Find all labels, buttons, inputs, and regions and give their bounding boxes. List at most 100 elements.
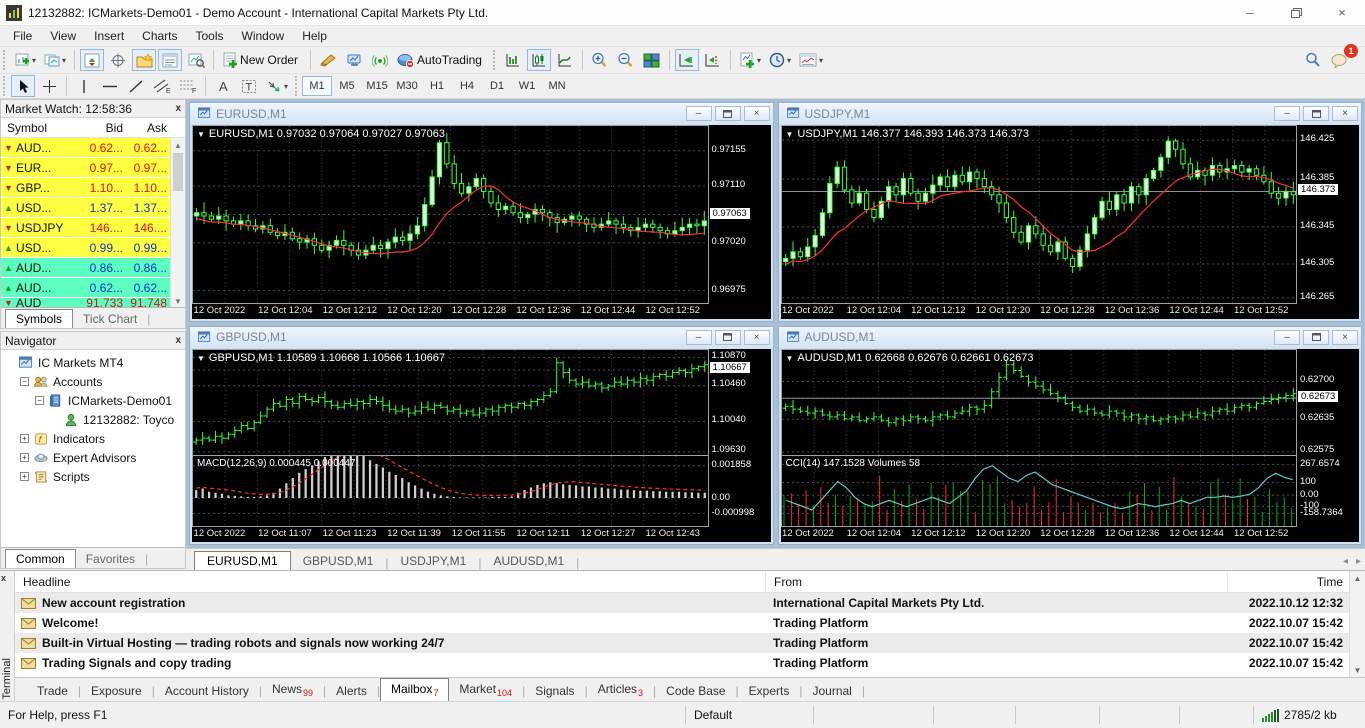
tree-item-ic-markets-mt4[interactable]: IC Markets MT4 xyxy=(5,353,185,372)
scroll-up-icon[interactable]: ▲ xyxy=(1350,571,1365,585)
terminal-tab-news[interactable]: News99 xyxy=(262,679,323,701)
line-chart-mode-button[interactable] xyxy=(553,49,577,71)
new-order-button[interactable]: New Order xyxy=(219,49,305,71)
tree-item-icmarkets-demo01[interactable]: −ICMarkets-Demo01 xyxy=(5,391,185,410)
column-bid[interactable]: Bid xyxy=(79,121,123,135)
menu-insert[interactable]: Insert xyxy=(85,27,133,45)
chart-window-title-bar[interactable]: EURUSD,M1–× xyxy=(190,103,773,124)
mailbox-row[interactable]: Welcome!Trading Platform2022.10.07 15:42 xyxy=(15,613,1365,633)
horizontal-line-tool-button[interactable] xyxy=(98,75,122,97)
restore-button[interactable] xyxy=(1273,0,1319,25)
timeframe-mn[interactable]: MN xyxy=(542,76,572,96)
price-axis[interactable]: 0.627000.626350.625750.62673267.65741000… xyxy=(1297,349,1359,543)
market-watch-row[interactable]: ▲USD...1.37...1.37... xyxy=(1,198,185,218)
timeframe-d1[interactable]: D1 xyxy=(482,76,512,96)
market-watch-row[interactable]: ▼USDJPY146....146.... xyxy=(1,218,185,238)
close-icon[interactable]: x xyxy=(175,103,181,114)
terminal-tab-exposure[interactable]: Exposure xyxy=(81,681,152,701)
mailbox-row[interactable]: Trading Signals and copy tradingTrading … xyxy=(15,653,1365,673)
market-watch-row[interactable]: ▼EUR...0.97...0.97... xyxy=(1,158,185,178)
vertical-line-tool-button[interactable] xyxy=(72,75,96,97)
pointer-tool-button[interactable] xyxy=(11,75,35,97)
tab-favorites[interactable]: Favorites xyxy=(76,550,145,568)
mailbox-scrollbar[interactable]: ▲ ▼ xyxy=(1349,571,1365,677)
indicators-button[interactable]: ▾ xyxy=(736,49,764,71)
menu-help[interactable]: Help xyxy=(293,27,336,45)
timeframe-m30[interactable]: M30 xyxy=(392,76,422,96)
chevron-down-icon[interactable]: ▼ xyxy=(197,354,205,363)
mailbox-row[interactable]: Built-in Virtual Hosting — trading robot… xyxy=(15,633,1365,653)
chart-restore-button[interactable] xyxy=(715,330,741,345)
time-axis[interactable]: 12 Oct 202212 Oct 12:0412 Oct 12:1212 Oc… xyxy=(781,304,1298,319)
bar-chart-mode-button[interactable] xyxy=(501,49,525,71)
new-chart-button[interactable]: ▾ xyxy=(11,49,39,71)
price-axis[interactable]: 146.425146.385146.345146.305146.265146.3… xyxy=(1297,125,1359,319)
zoom-out-button[interactable] xyxy=(614,49,638,71)
chart-tab-usdjpy-m1[interactable]: USDJPY,M1 xyxy=(389,552,479,570)
data-window-button[interactable] xyxy=(106,49,130,71)
tree-item-accounts[interactable]: −Accounts xyxy=(5,372,185,391)
terminal-tab-articles[interactable]: Articles3 xyxy=(588,679,653,701)
terminal-toggle[interactable] xyxy=(158,49,182,71)
close-icon[interactable]: x xyxy=(1,573,6,583)
close-button[interactable]: × xyxy=(1319,0,1365,25)
crosshair-tool-button[interactable] xyxy=(37,75,61,97)
terminal-tab-account-history[interactable]: Account History xyxy=(155,681,259,701)
tree-expander-icon[interactable]: + xyxy=(20,434,29,443)
chart-window-title-bar[interactable]: AUDUSD,M1–× xyxy=(779,327,1362,348)
virtual-hosting-button[interactable] xyxy=(342,49,366,71)
timeframe-m5[interactable]: M5 xyxy=(332,76,362,96)
scrollbar-thumb[interactable] xyxy=(173,153,183,191)
market-watch-scrollbar[interactable]: ▲ ▼ xyxy=(170,138,185,308)
market-watch-row[interactable]: ▼AUD...0.62...0.62... xyxy=(1,138,185,158)
time-axis[interactable]: 12 Oct 202212 Oct 12:0412 Oct 12:1212 Oc… xyxy=(192,304,709,319)
chart-close-button[interactable]: × xyxy=(744,330,770,345)
column-symbol[interactable]: Symbol xyxy=(1,121,79,135)
terminal-tab-code-base[interactable]: Code Base xyxy=(656,681,735,701)
tree-item-12132882-toyco[interactable]: 12132882: Toyco xyxy=(5,410,185,429)
market-watch-row[interactable]: ▲AUD...0.86...0.86... xyxy=(1,258,185,278)
tree-expander-icon[interactable]: − xyxy=(20,377,29,386)
tab-symbols[interactable]: Symbols xyxy=(5,309,73,328)
search-button[interactable] xyxy=(1301,49,1325,71)
tree-item-expert-advisors[interactable]: +Expert Advisors xyxy=(5,448,185,467)
chart-close-button[interactable]: × xyxy=(744,106,770,121)
fibonacci-tool-button[interactable]: F xyxy=(176,75,200,97)
column-headline[interactable]: Headline xyxy=(15,571,765,592)
chevron-down-icon[interactable]: ▼ xyxy=(786,130,794,139)
toolbar-grip[interactable] xyxy=(3,50,7,70)
menu-tools[interactable]: Tools xyxy=(187,27,233,45)
timeframe-h1[interactable]: H1 xyxy=(422,76,452,96)
chart-main-pane[interactable]: ▼GBPUSD,M1 1.10589 1.10668 1.10566 1.106… xyxy=(192,349,709,456)
chart-minimize-button[interactable]: – xyxy=(1274,106,1300,121)
tab-tick-chart[interactable]: Tick Chart xyxy=(73,310,147,328)
notifications-button[interactable]: 1 xyxy=(1327,49,1351,71)
chart-client-area[interactable]: ▼USDJPY,M1 146.377 146.393 146.373 146.3… xyxy=(781,125,1360,319)
timeframe-m15[interactable]: M15 xyxy=(362,76,392,96)
terminal-tab-signals[interactable]: Signals xyxy=(525,681,584,701)
terminal-tab-experts[interactable]: Experts xyxy=(739,681,800,701)
scroll-up-icon[interactable]: ▲ xyxy=(171,138,185,152)
market-watch-row[interactable]: ▲AUD...0.62...0.62... xyxy=(1,278,185,298)
time-axis[interactable]: 12 Oct 202212 Oct 12:0412 Oct 12:1212 Oc… xyxy=(781,527,1298,542)
chart-close-button[interactable]: × xyxy=(1332,330,1358,345)
close-icon[interactable]: x xyxy=(175,335,181,346)
chart-restore-button[interactable] xyxy=(715,106,741,121)
strategy-tester-button[interactable] xyxy=(184,49,208,71)
chart-sub-pane[interactable]: CCI(14) 147.1528 Volumes 58 xyxy=(781,456,1298,527)
menu-window[interactable]: Window xyxy=(233,27,294,45)
timeframe-m1[interactable]: M1 xyxy=(302,76,332,96)
profiles-button[interactable]: ▾ xyxy=(41,49,69,71)
tree-expander-icon[interactable]: + xyxy=(20,472,29,481)
menu-charts[interactable]: Charts xyxy=(133,27,186,45)
chevron-down-icon[interactable]: ▼ xyxy=(197,130,205,139)
autotrading-button[interactable]: AutoTrading xyxy=(394,49,489,71)
chart-restore-button[interactable] xyxy=(1303,330,1329,345)
market-watch-row[interactable]: ▲USD...0.99...0.99... xyxy=(1,238,185,258)
chart-minimize-button[interactable]: – xyxy=(686,106,712,121)
text-tool-button[interactable]: A xyxy=(211,75,235,97)
terminal-tab-trade[interactable]: Trade xyxy=(27,681,78,701)
chart-minimize-button[interactable]: – xyxy=(1274,330,1300,345)
menu-view[interactable]: View xyxy=(41,27,85,45)
chart-restore-button[interactable] xyxy=(1303,106,1329,121)
